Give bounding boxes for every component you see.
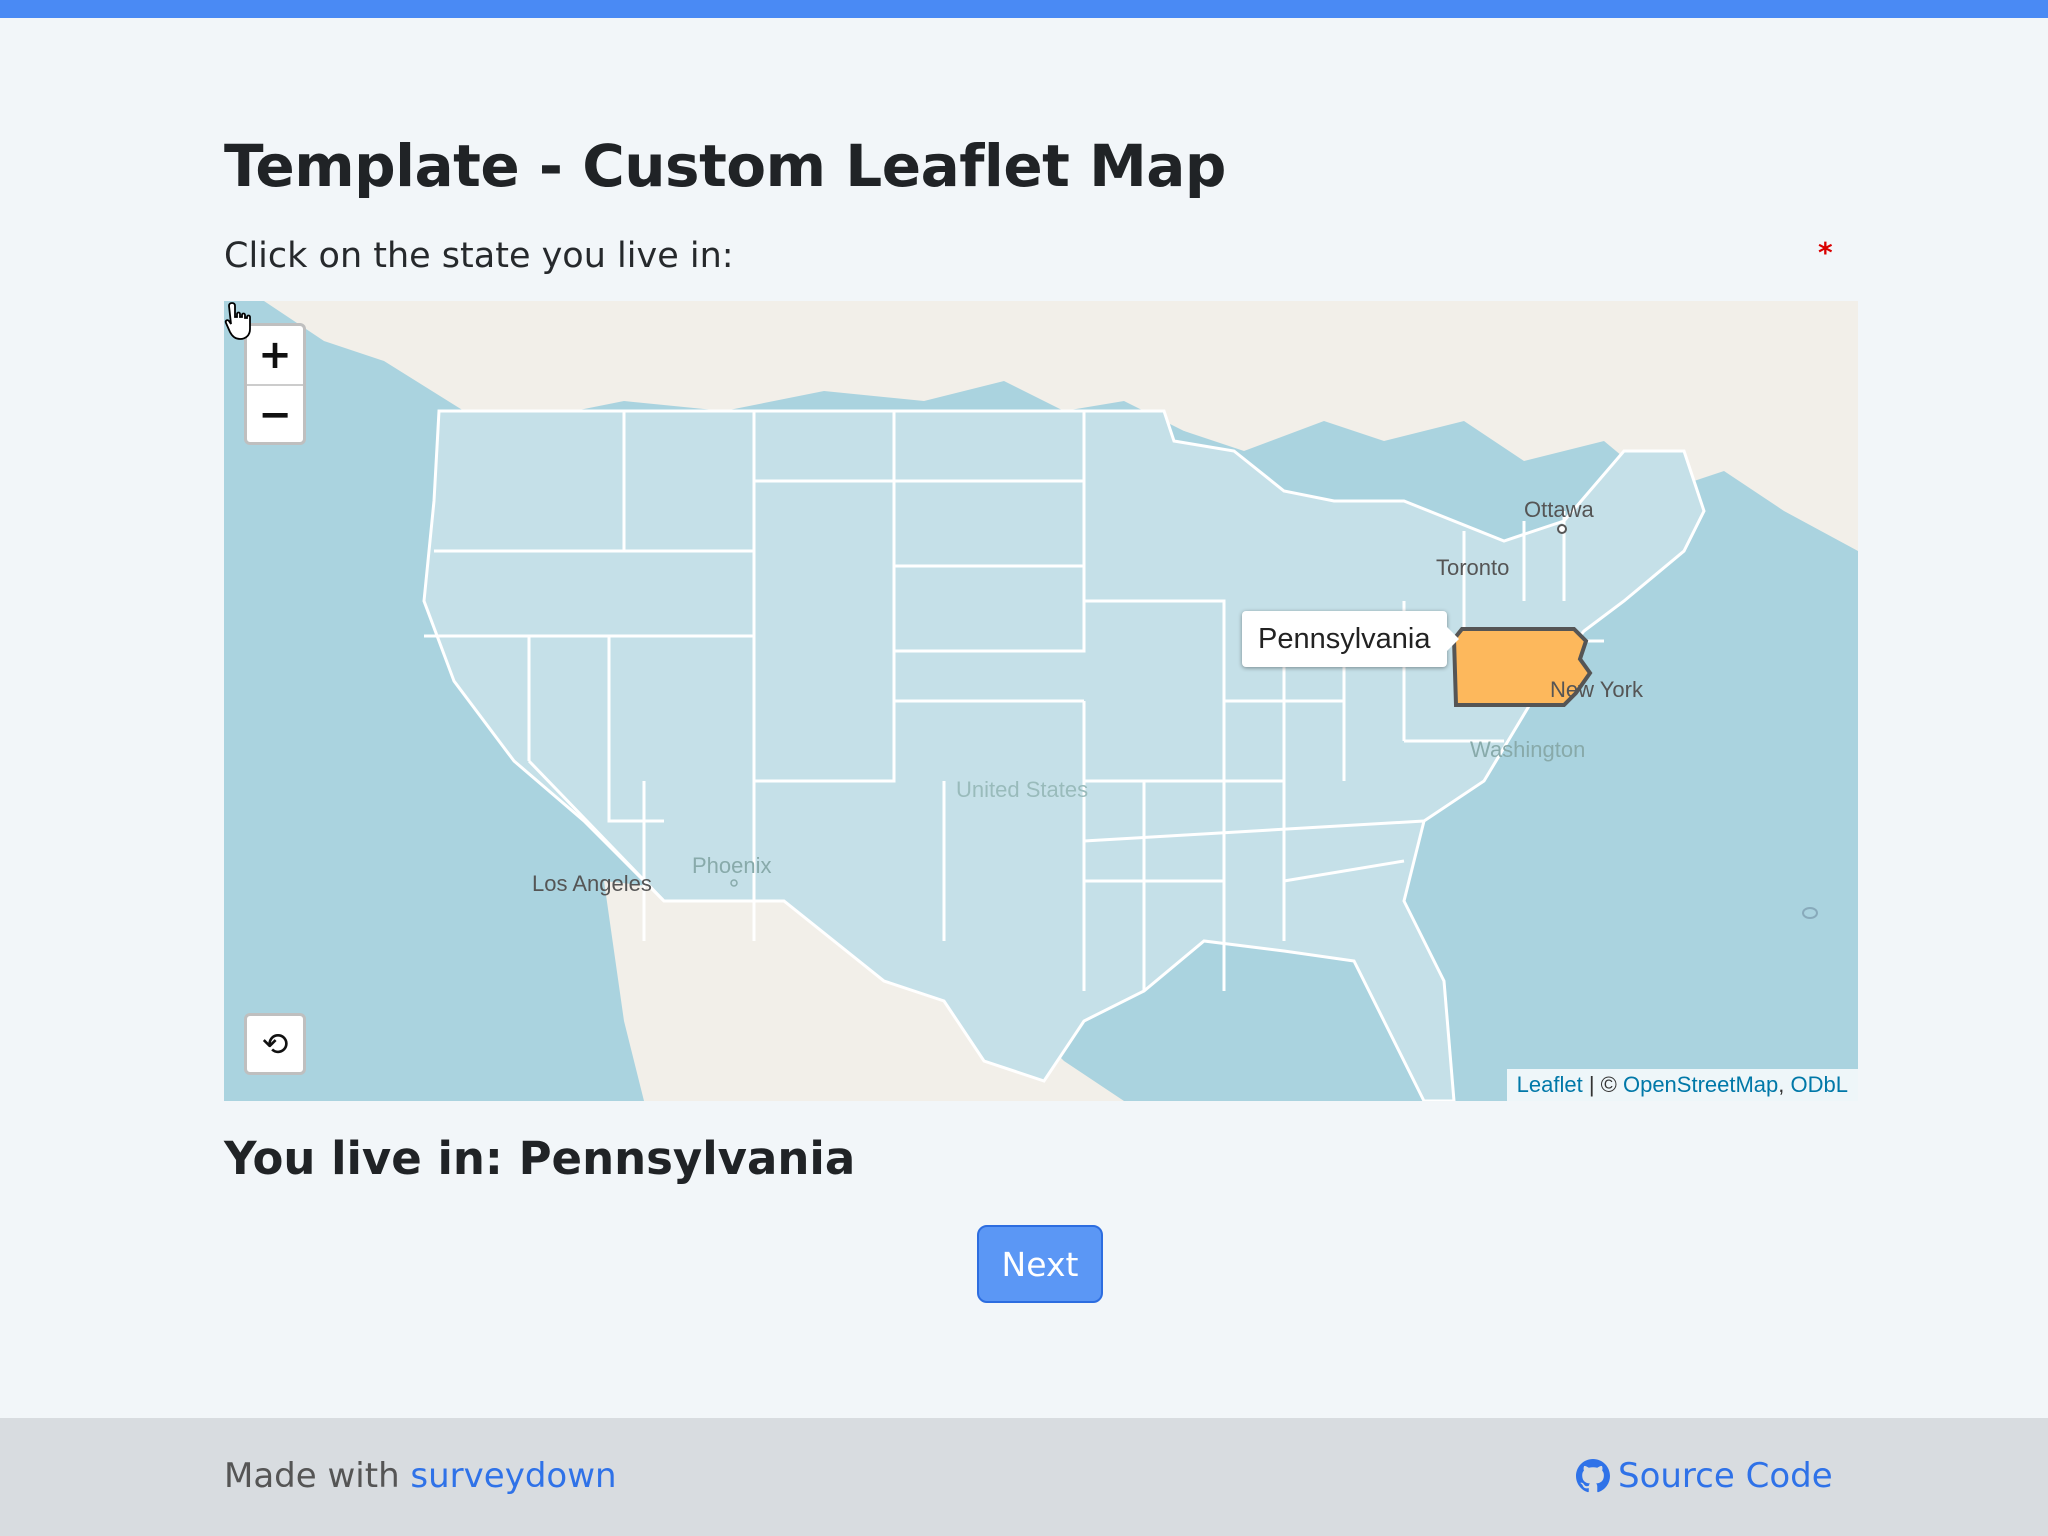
label-washington: Washington <box>1470 737 1586 762</box>
made-with-label: Made with <box>224 1456 411 1496</box>
page-title: Template - Custom Leaflet Map <box>224 132 1226 200</box>
label-toronto: Toronto <box>1436 555 1510 580</box>
leaflet-map[interactable]: Ottawa Toronto New York Washington Unite… <box>224 301 1858 1101</box>
zoom-out-button[interactable]: − <box>247 386 303 444</box>
reset-view-button[interactable]: ⟲ <box>244 1013 306 1075</box>
hand-pointer-cursor-icon <box>224 302 251 340</box>
question-prompt: Click on the state you live in: <box>224 236 734 276</box>
label-united-states: United States <box>956 777 1089 802</box>
label-new-york: New York <box>1550 677 1643 702</box>
state-tooltip: Pennsylvania <box>1242 611 1458 667</box>
selected-state-answer: You live in: Pennsylvania <box>224 1132 856 1185</box>
zoom-control: + − <box>244 323 306 445</box>
reset-icon: ⟲ <box>261 1025 289 1063</box>
attribution-separator: | © <box>1582 1072 1623 1097</box>
label-phoenix: Phoenix <box>692 853 772 878</box>
attribution-comma: , <box>1778 1072 1791 1097</box>
label-los-angeles: Los Angeles <box>532 871 652 896</box>
source-code-label: Source Code <box>1618 1456 1833 1496</box>
top-accent-bar <box>0 0 2048 18</box>
next-button[interactable]: Next <box>977 1225 1103 1303</box>
odbl-link[interactable]: ODbL <box>1791 1072 1848 1098</box>
map-attribution: Leaflet | © OpenStreetMap , ODbL <box>1506 1069 1858 1101</box>
leaflet-link[interactable]: Leaflet <box>1517 1072 1583 1098</box>
source-code-link[interactable]: Source Code <box>1576 1456 1833 1496</box>
github-icon <box>1576 1459 1610 1493</box>
made-with-text: Made with surveydown <box>224 1456 617 1496</box>
osm-link[interactable]: OpenStreetMap <box>1623 1072 1778 1098</box>
required-asterisk: * <box>1818 236 1833 269</box>
label-ottawa: Ottawa <box>1524 497 1594 522</box>
surveydown-link[interactable]: surveydown <box>410 1456 616 1496</box>
footer: Made with surveydown Source Code <box>0 1418 2048 1536</box>
